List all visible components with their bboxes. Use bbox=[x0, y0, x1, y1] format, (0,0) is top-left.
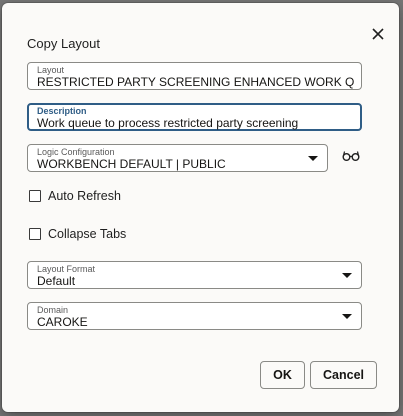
copy-layout-dialog: Copy Layout Layout RESTRICTED PARTY SCRE… bbox=[2, 3, 399, 412]
logic-configuration-select[interactable]: Logic Configuration WORKBENCH DEFAULT | … bbox=[27, 144, 328, 172]
logic-configuration-label: Logic Configuration bbox=[37, 147, 115, 157]
layout-label: Layout bbox=[37, 65, 65, 75]
layout-field[interactable]: Layout RESTRICTED PARTY SCREENING ENHANC… bbox=[27, 62, 362, 90]
layout-format-label: Layout Format bbox=[37, 264, 96, 274]
cancel-button[interactable]: Cancel bbox=[310, 361, 377, 389]
collapse-tabs-checkbox[interactable]: Collapse Tabs bbox=[29, 226, 126, 242]
auto-refresh-label: Auto Refresh bbox=[48, 189, 121, 203]
layout-format-select[interactable]: Layout Format Default bbox=[27, 261, 362, 289]
collapse-tabs-box[interactable] bbox=[29, 228, 41, 240]
domain-label: Domain bbox=[37, 305, 69, 315]
domain-select[interactable]: Domain CAROKE bbox=[27, 302, 362, 330]
description-label: Description bbox=[37, 106, 87, 116]
chevron-down-icon bbox=[308, 156, 318, 161]
layout-value: RESTRICTED PARTY SCREENING ENHANCED WORK… bbox=[37, 75, 355, 89]
chevron-down-icon bbox=[342, 314, 352, 319]
glasses-icon[interactable] bbox=[342, 150, 360, 162]
description-value: Work queue to process restricted party s… bbox=[37, 116, 299, 130]
ok-button[interactable]: OK bbox=[260, 361, 305, 389]
logic-configuration-value: WORKBENCH DEFAULT | PUBLIC bbox=[37, 157, 226, 171]
description-field[interactable]: Description Work queue to process restri… bbox=[27, 103, 362, 131]
collapse-tabs-label: Collapse Tabs bbox=[48, 227, 127, 241]
close-button[interactable] bbox=[368, 24, 388, 44]
close-icon bbox=[372, 28, 384, 40]
chevron-down-icon bbox=[342, 273, 352, 278]
auto-refresh-checkbox[interactable]: Auto Refresh bbox=[29, 188, 121, 204]
domain-value: CAROKE bbox=[37, 315, 88, 329]
layout-format-value: Default bbox=[37, 274, 76, 288]
dialog-title: Copy Layout bbox=[27, 36, 100, 51]
auto-refresh-box[interactable] bbox=[29, 190, 41, 202]
